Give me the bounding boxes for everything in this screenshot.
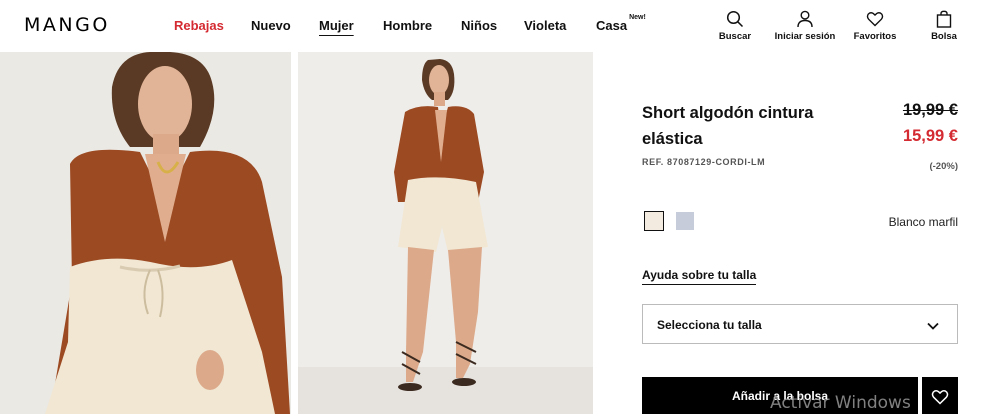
favorites-button[interactable]: Favoritos (840, 10, 910, 42)
sale-price: 15,99 € (902, 127, 958, 145)
size-help-link[interactable]: Ayuda sobre tu talla (642, 268, 757, 285)
nav-item-violeta[interactable]: Violeta (524, 18, 566, 33)
selected-color-name: Blanco marfil (888, 215, 958, 229)
nav-item-casa[interactable]: CasaNew! (596, 14, 646, 33)
shopping-bag-icon (936, 10, 952, 28)
size-dropdown-label: Selecciona tu talla (657, 318, 762, 332)
original-price: 19,99 € (902, 101, 958, 119)
chevron-down-icon (927, 322, 939, 330)
size-dropdown[interactable]: Selecciona tu talla (642, 304, 958, 344)
nav-item-nuevo[interactable]: Nuevo (251, 18, 291, 33)
add-to-bag-label: Añadir a la bolsa (731, 389, 829, 403)
bag-button[interactable]: Bolsa (909, 10, 979, 42)
search-label: Buscar (718, 31, 752, 42)
product-reference: REF. 87087129-CORDI-LM (642, 157, 766, 167)
login-label: Iniciar sesión (774, 31, 836, 42)
search-button[interactable]: Buscar (700, 10, 770, 42)
product-image-closeup[interactable] (0, 52, 291, 414)
nav-item-casa-label: Casa (596, 18, 628, 33)
site-header: MANGO Rebajas Nuevo Mujer Hombre Niños V… (0, 0, 988, 52)
nav-item-mujer[interactable]: Mujer (319, 18, 354, 33)
nav-item-ninos[interactable]: Niños (461, 18, 497, 33)
product-image-full[interactable] (298, 52, 593, 414)
nav-item-hombre[interactable]: Hombre (383, 18, 432, 33)
favorites-label: Favoritos (853, 31, 897, 42)
swatch-fill (647, 214, 661, 228)
add-to-favorites-button[interactable] (922, 377, 958, 414)
nav-item-rebajas[interactable]: Rebajas (174, 18, 224, 33)
discount-badge: (-20%) (929, 161, 958, 172)
heart-icon (931, 389, 949, 405)
bag-label: Bolsa (931, 31, 957, 42)
model-closeup-illustration (0, 52, 291, 414)
heart-icon (866, 12, 884, 27)
product-title: Short algodón cintura elástica (642, 104, 814, 148)
search-icon (726, 10, 744, 28)
user-icon (797, 10, 813, 28)
color-swatch-ivory[interactable] (644, 211, 664, 231)
new-badge: New! (629, 13, 646, 21)
add-to-bag-button[interactable]: Añadir a la bolsa (642, 377, 918, 414)
brand-logo[interactable]: MANGO (24, 14, 110, 36)
login-button[interactable]: Iniciar sesión (770, 10, 840, 42)
model-full-illustration (298, 52, 593, 414)
color-swatch-blue[interactable] (676, 212, 694, 230)
